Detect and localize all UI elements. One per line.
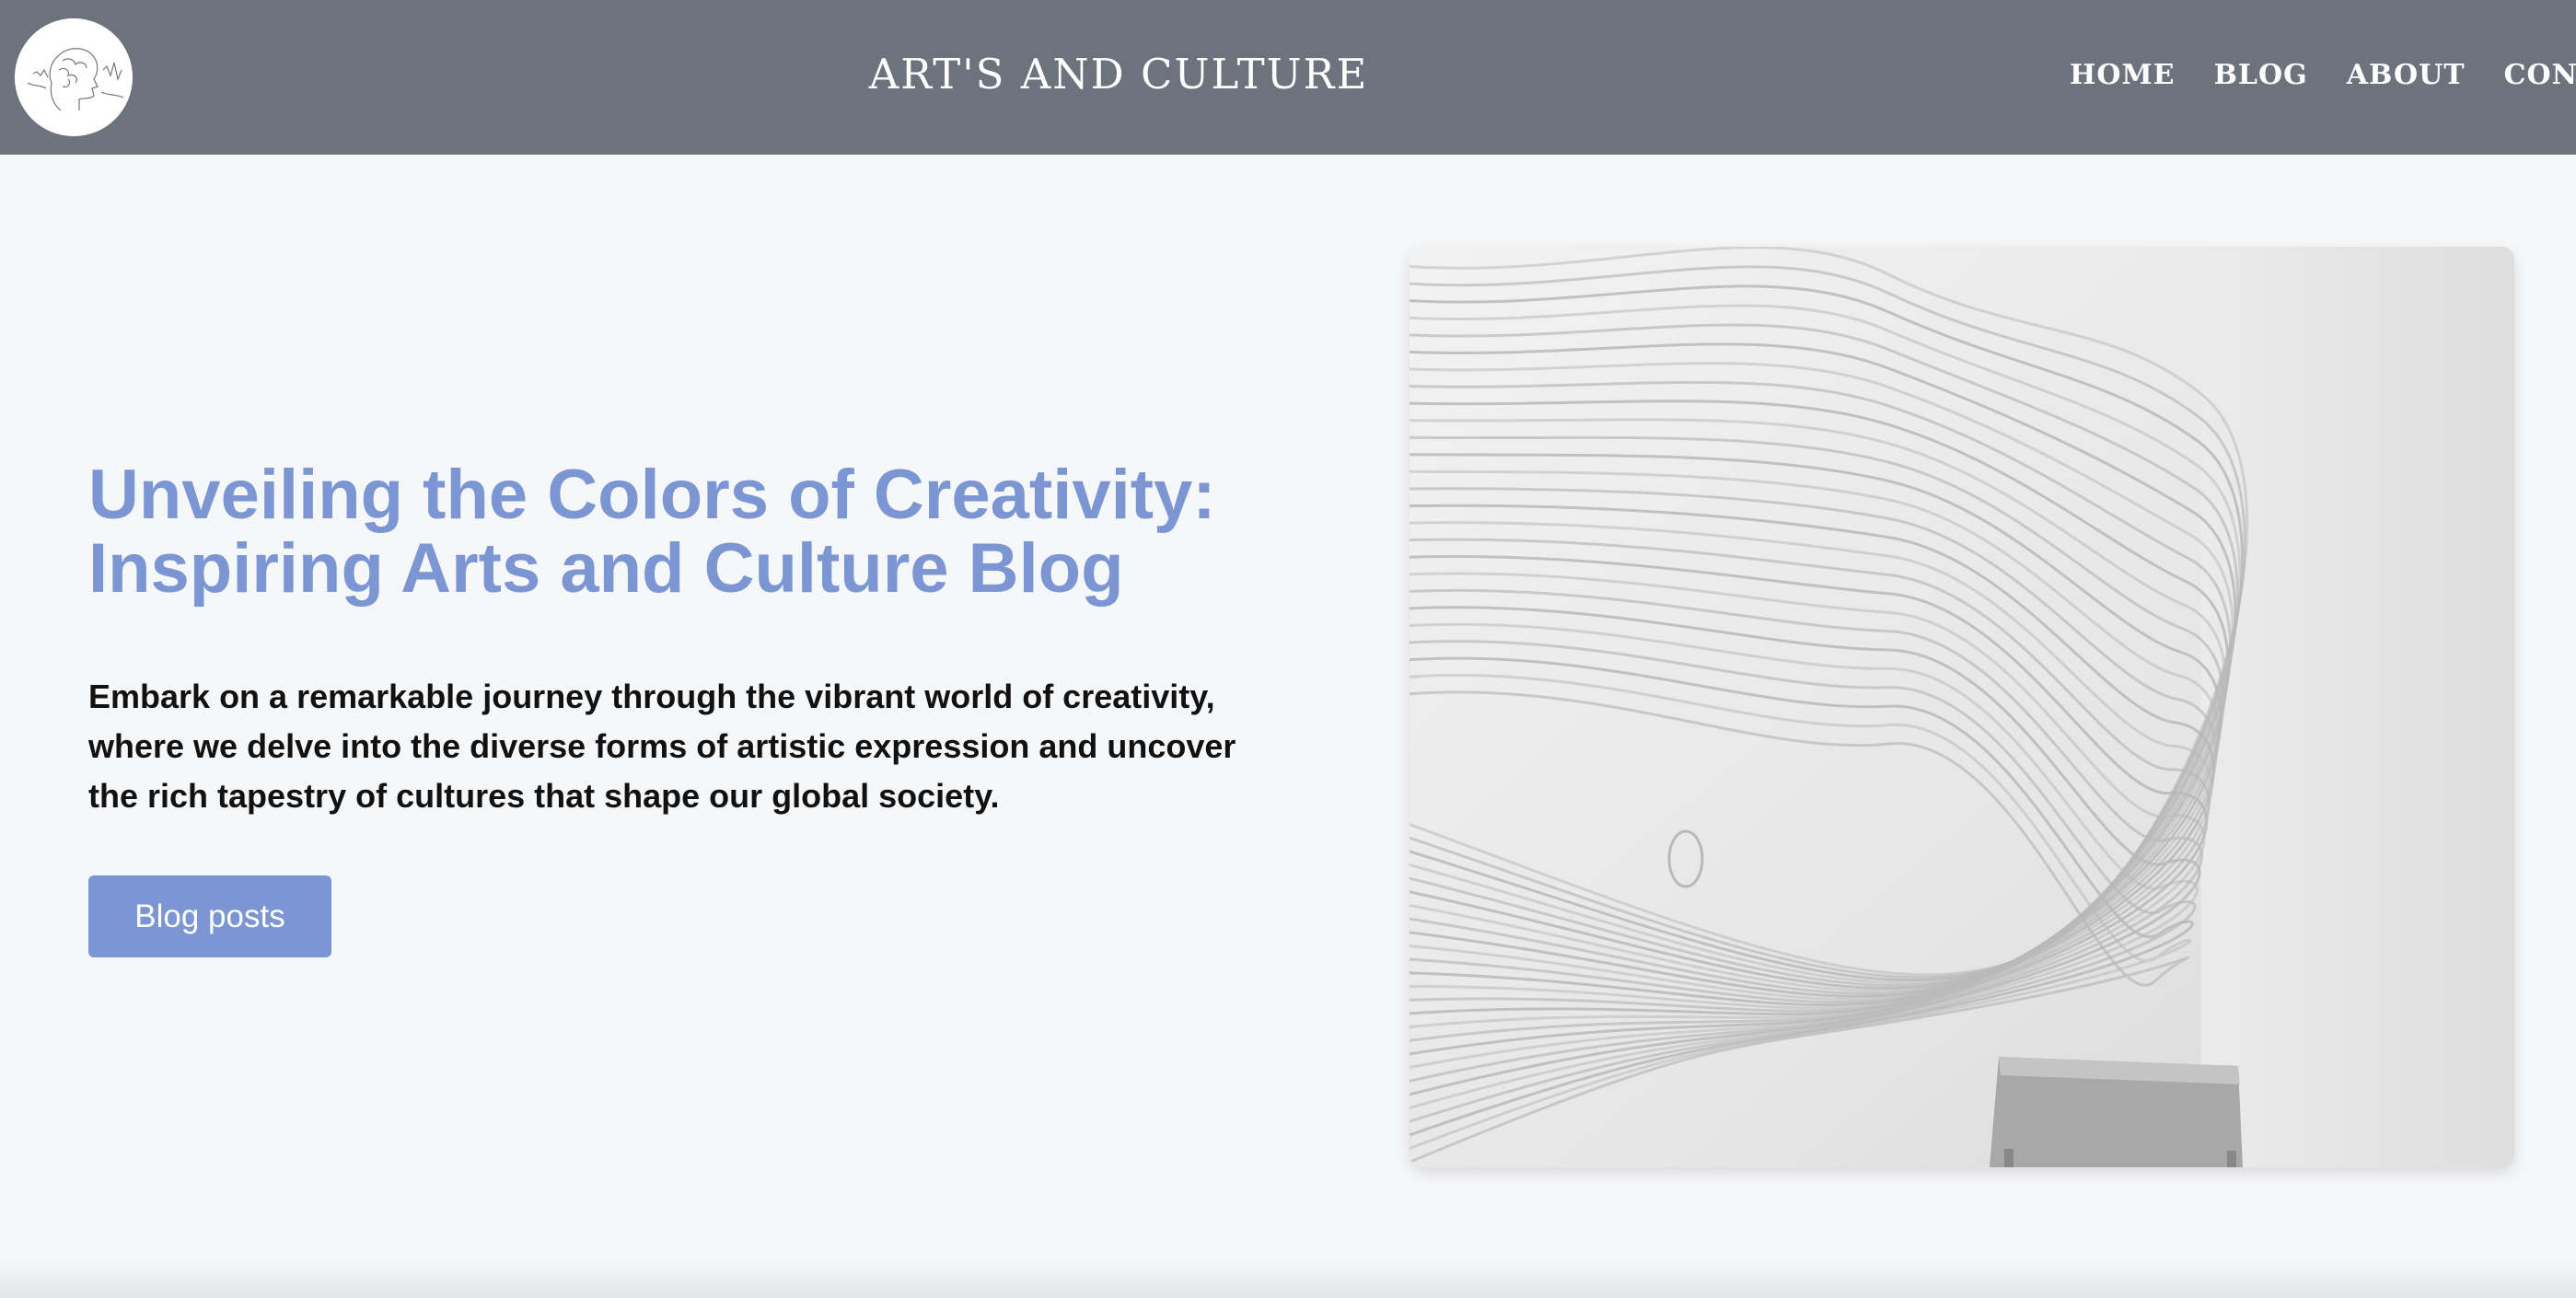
nav-contact[interactable]: CONTACT [2504, 59, 2576, 91]
site-title[interactable]: ART'S AND CULTURE [810, 50, 1427, 99]
hero-description-line: the rich tapestry of cultures that shape… [88, 777, 1000, 815]
hero-title-line: Unveiling the Colors of Creativity: [88, 456, 1216, 534]
nav-home[interactable]: HOME [2070, 59, 2176, 91]
hero-title: Unveiling the Colors of Creativity: Insp… [88, 458, 1377, 606]
nav-blog[interactable]: BLOG [2214, 59, 2308, 91]
hero-title-line: Inspiring Arts and Culture Blog [88, 529, 1124, 608]
topographic-wall-art-image [1410, 247, 2514, 1167]
blog-posts-button[interactable]: Blog posts [88, 875, 331, 957]
hero-description-line: Embark on a remarkable journey through t… [88, 678, 1215, 715]
site-header: ART'S AND CULTURE HOME BLOG ABOUT CONTAC… [0, 0, 2576, 155]
hero-description-line: where we delve into the diverse forms of… [88, 727, 1236, 765]
hero-description: Embark on a remarkable journey through t… [88, 672, 1285, 821]
brain-profile-logo-icon[interactable] [15, 18, 133, 136]
main-nav: HOME BLOG ABOUT CONTACT [2070, 59, 2576, 91]
nav-about[interactable]: ABOUT [2347, 59, 2466, 91]
page-fold-shadow [0, 1257, 2576, 1298]
